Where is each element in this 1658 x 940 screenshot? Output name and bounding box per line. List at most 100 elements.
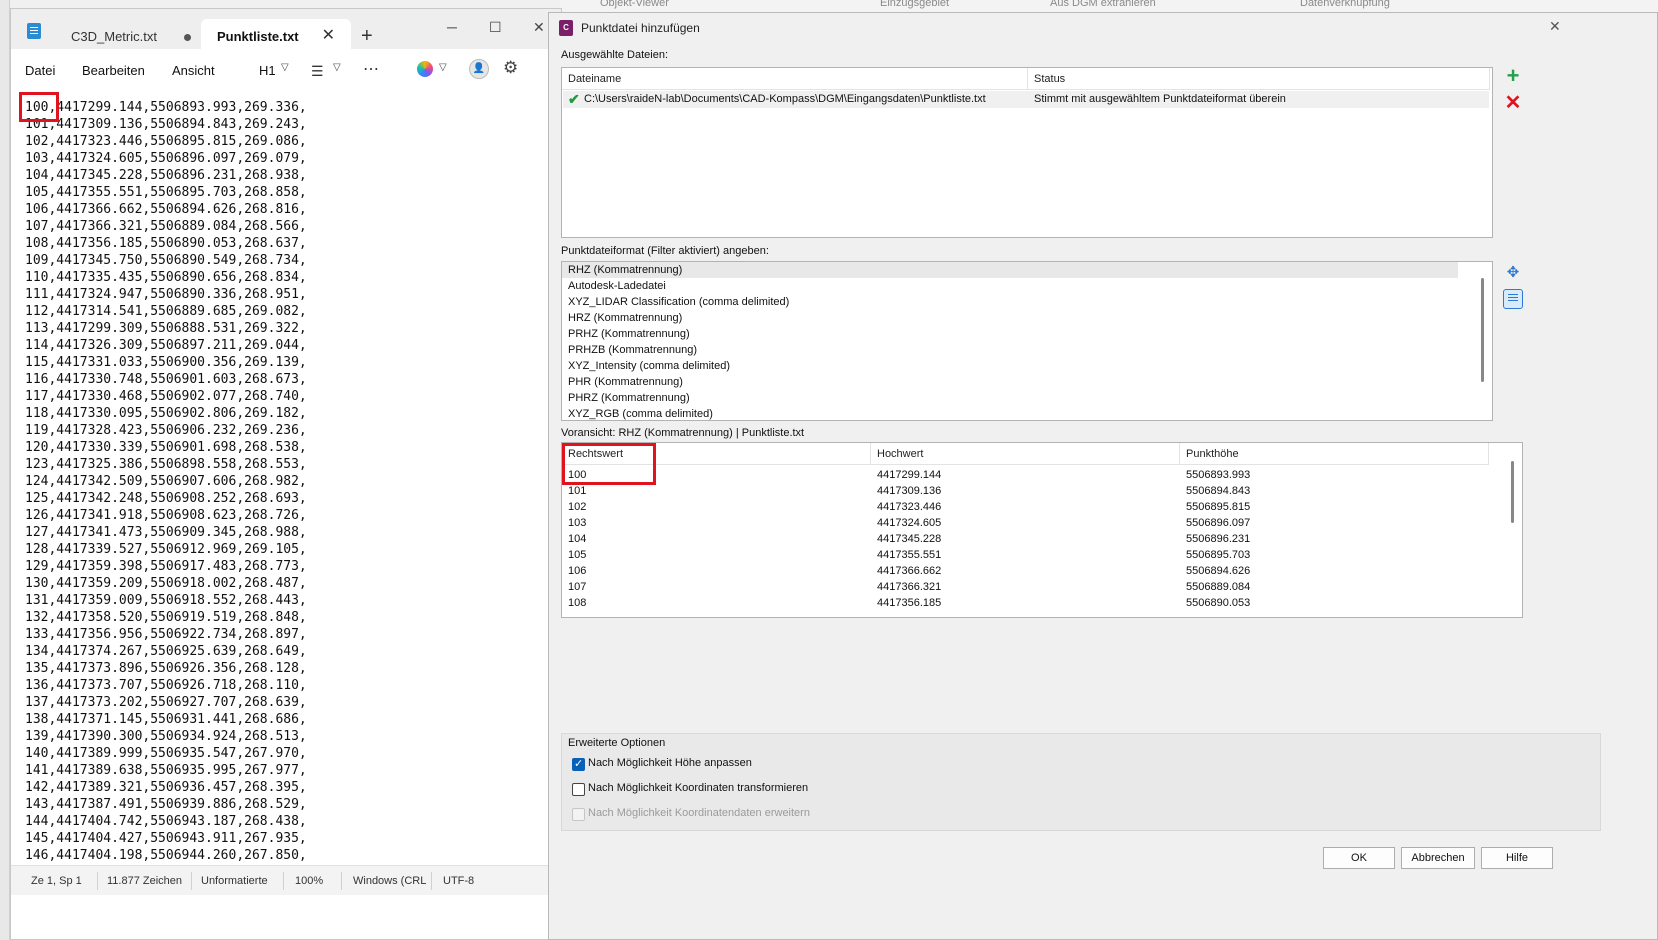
text-line: 126,4417341.918,5506908.623,268.726, [25,508,307,523]
ribbon-fragment: Datenverknüpfung [1300,0,1390,9]
table-cell: 4417299.144 [877,469,942,481]
close-window-icon[interactable]: ✕ [533,19,545,36]
more-icon[interactable]: ⋯ [363,59,379,79]
encoding[interactable]: UTF-8 [443,875,474,887]
list-icon[interactable]: ☰ [311,63,324,80]
text-line: 109,4417345.750,5506890.549,268.734, [25,253,307,268]
tab-punktliste[interactable]: Punktliste.txt ✕ [201,19,351,49]
text-line: 130,4417359.209,5506918.002,268.487, [25,576,307,591]
account-icon[interactable]: 👤 [469,59,489,79]
text-line: 139,4417390.300,5506934.924,268.513, [25,729,307,744]
format-list-item[interactable]: HRZ (Kommatrennung) [562,310,1458,326]
text-line: 115,4417331.033,5506900.356,269.139, [25,355,307,370]
column-header-punkthoehe[interactable]: Punkthöhe [1180,443,1489,465]
checkbox [572,808,585,821]
copilot-icon[interactable] [417,61,433,77]
format-settings-icon[interactable]: ✥ [1503,263,1523,283]
format-list[interactable]: XYZ_RGB (comma delimited) PHRZ (Kommatren… [561,261,1493,421]
text-line: 127,4417341.473,5506909.345,268.988, [25,525,307,540]
text-line: 104,4417345.228,5506896.231,268.938, [25,168,307,183]
heading-dropdown[interactable]: H1 [259,63,276,78]
checkbox[interactable] [572,757,585,771]
notepad-window: C3D_Metric.txt Punktliste.txt ✕ + ─ ☐ ✕ … [10,8,562,940]
text-line: 110,4417335.435,5506890.656,268.834, [25,270,307,285]
table-cell: 105 [568,549,587,561]
remove-file-icon[interactable]: ✕ [1503,93,1523,113]
close-icon[interactable]: ✕ [1549,18,1561,35]
column-header-status[interactable]: Status [1028,68,1490,90]
text-line: 116,4417330.748,5506901.603,268.673, [25,372,307,387]
text-line: 137,4417373.202,5506927.707,268.639, [25,695,307,710]
column-header-hochwert[interactable]: Hochwert [871,443,1180,465]
text-line: 123,4417325.386,5506898.558,268.553, [25,457,307,472]
add-point-file-dialog: C Punktdatei hinzufügen ✕ Ausgewählte Da… [548,12,1658,940]
ribbon-fragment: Einzugsgebiet [880,0,950,9]
text-editor[interactable]: 100,4417299.144,5506893.993,269.336, 101,… [11,93,561,873]
maximize-icon[interactable]: ☐ [489,19,502,36]
table-cell: 5506895.815 [1186,501,1251,513]
scrollbar[interactable] [1511,461,1514,523]
status-divider [431,872,432,890]
tab-label: Punktliste.txt [217,29,299,44]
text-line: 101,4417309.136,5506894.843,269.243, [25,117,307,132]
text-line: 143,4417387.491,5506939.886,268.529, [25,797,307,812]
cursor-position: Ze 1, Sp 1 [31,875,82,887]
table-cell: 4417345.228 [877,533,942,545]
table-cell: 5506894.843 [1186,485,1251,497]
format-list-item[interactable]: XYZ_RGB (comma delimited) [562,406,1458,420]
new-tab-icon[interactable]: + [361,25,373,48]
table-row[interactable]: ✔ C:\Users\raideN-lab\Documents\CAD-Komp… [563,91,1489,108]
column-header-dateiname[interactable]: Dateiname [562,68,1028,90]
help-button[interactable]: Hilfe [1481,847,1553,869]
text-line: 102,4417323.446,5506895.815,269.086, [25,134,307,149]
checkbox[interactable] [572,783,585,796]
format-list-item[interactable]: PHR (Kommatrennung) [562,374,1458,390]
check-icon: ✔ [568,91,580,107]
format-list-item[interactable]: PRHZB (Kommatrennung) [562,342,1458,358]
option-label: Nach Möglichkeit Höhe anpassen [588,757,752,769]
zoom-level[interactable]: 100% [295,875,323,887]
text-line: 112,4417314.541,5506889.685,269.082, [25,304,307,319]
table-cell: 5506895.703 [1186,549,1251,561]
scrollbar[interactable] [1481,278,1484,382]
format-list-item[interactable]: PRHZ (Kommatrennung) [562,326,1458,342]
line-ending[interactable]: Windows (CRL [353,875,426,887]
text-line: 128,4417339.527,5506912.969,269.105, [25,542,307,557]
format-list-item[interactable]: RHZ (Kommatrennung) [562,262,1458,278]
gear-icon[interactable]: ⚙ [503,58,518,78]
menu-datei[interactable]: Datei [25,63,55,78]
table-cell: 4417324.605 [877,517,942,529]
text-line: 111,4417324.947,5506890.336,268.951, [25,287,307,302]
format-list-item[interactable]: Autodesk-Ladedatei [562,278,1458,294]
text-line: 138,4417371.145,5506931.441,268.686, [25,712,307,727]
table-cell: 5506896.231 [1186,533,1251,545]
chevron-down-icon[interactable]: ▽ [439,62,447,73]
ok-button[interactable]: OK [1323,847,1395,869]
add-file-icon[interactable]: + [1503,65,1523,87]
table-cell: 106 [568,565,587,577]
menu-ansicht[interactable]: Ansicht [172,63,215,78]
text-line: 103,4417324.605,5506896.097,269.079, [25,151,307,166]
minimize-icon[interactable]: ─ [447,19,457,35]
text-line: 136,4417373.707,5506926.718,268.110, [25,678,307,693]
char-count: 11.877 Zeichen [107,875,183,887]
chevron-down-icon[interactable]: ▽ [281,62,289,73]
menu-bearbeiten[interactable]: Bearbeiten [82,63,145,78]
table-cell: 4417309.136 [877,485,942,497]
text-line: 119,4417328.423,5506906.232,269.236, [25,423,307,438]
text-line: 133,4417356.956,5506922.734,268.897, [25,627,307,642]
table-cell: 5506896.097 [1186,517,1251,529]
background-app-edge [0,0,10,940]
format-list-item[interactable]: XYZ_Intensity (comma delimited) [562,358,1458,374]
table-cell: 5506890.053 [1186,597,1251,609]
tab-c3d-metric[interactable]: C3D_Metric.txt [55,19,211,49]
chevron-down-icon[interactable]: ▽ [333,62,341,73]
table-cell: 104 [568,533,587,545]
text-line: 108,4417356.185,5506890.053,268.637, [25,236,307,251]
format-manager-icon[interactable] [1503,289,1523,309]
cancel-button[interactable]: Abbrechen [1401,847,1475,869]
format-list-item[interactable]: XYZ_LIDAR Classification (comma delimite… [562,294,1458,310]
close-tab-icon[interactable]: ✕ [322,25,335,45]
text-line: 131,4417359.009,5506918.552,268.443, [25,593,307,608]
format-list-item[interactable]: PHRZ (Kommatrennung) [562,390,1458,406]
